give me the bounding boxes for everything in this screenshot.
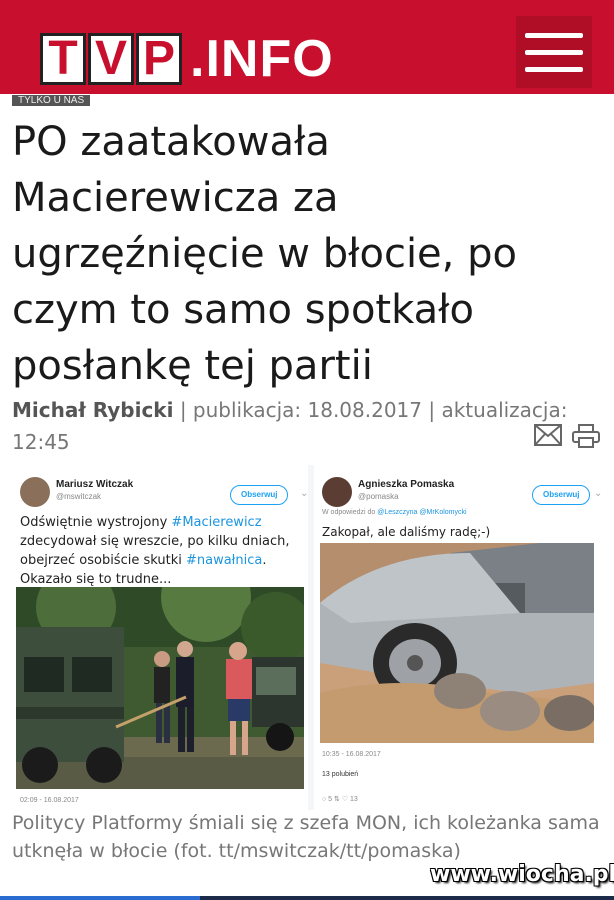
section-label[interactable]: TYLKO U NAS (12, 95, 91, 106)
avatar (322, 477, 352, 507)
logo-suffix: .INFO (190, 29, 334, 88)
tweet-actions: ○ 5 ⇅ ♡ 13 (322, 796, 358, 803)
reply-prefix: W odpowiedzi do (322, 509, 378, 516)
avatar (20, 477, 50, 507)
logo-letter-p: P (136, 32, 182, 85)
tweet-author-name: Agnieszka Pomaska (358, 479, 455, 490)
reply-to-line: W odpowiedzi do @Leszczyna @MrKolomycki (322, 509, 467, 516)
envelope-icon[interactable] (534, 424, 562, 446)
hamburger-menu-icon[interactable] (516, 16, 592, 88)
tweet-header: Mariusz Witczak @mswitczak Obserwuj ⌄ (20, 477, 316, 517)
tweet-author-handle: @pomaska (358, 492, 399, 501)
article-headline: PO zaatakowała Macierewicza za ugrzęźnię… (12, 119, 517, 389)
tvp-info-logo[interactable]: T V P .INFO (40, 27, 348, 90)
follow-button: Obserwuj (230, 485, 289, 505)
tweet-witczak: Mariusz Witczak @mswitczak Obserwuj ⌄ Od… (12, 465, 308, 810)
author-name[interactable]: Michał Rybicki (12, 398, 173, 422)
reply-handles: @Leszczyna @MrKolomycki (377, 509, 467, 516)
chevron-down-icon: ⌄ (300, 488, 309, 499)
share-icons (534, 424, 600, 448)
chevron-down-icon: ⌄ (594, 488, 602, 499)
tweet-text: Zakopał, ale daliśmy radę;-) (322, 525, 491, 539)
tweet-text: Odświętnie wystrojony #Macierewicz zdecy… (20, 513, 300, 589)
tweet-author-name: Mariusz Witczak (56, 479, 134, 490)
wiocha-watermark: www.wiocha.pl (430, 862, 614, 887)
tweet-text-part: Odświętnie wystrojony (20, 515, 172, 530)
logo-letter-t: T (40, 32, 86, 85)
bottom-divider (0, 896, 614, 900)
photo-caption: Politycy Platformy śmiali się z szefa MO… (12, 812, 600, 862)
hashtag: #nawałnica (185, 553, 263, 568)
tweet-photo-military-vehicle (16, 587, 304, 789)
byline: Michał Rybicki | publikacja: 18.08.2017 … (12, 394, 592, 458)
tweet-date: 02:09 - 16.08.2017 (20, 797, 79, 804)
tweet-date: 10:35 - 16.08.2017 (322, 751, 381, 758)
logo-letter-v: V (88, 32, 134, 85)
top-bar: T V P .INFO (0, 0, 614, 94)
article-photo: Mariusz Witczak @mswitczak Obserwuj ⌄ Od… (12, 465, 602, 810)
follow-button: Obserwuj (532, 485, 591, 505)
hashtag: #Macierewicz (171, 515, 262, 530)
printer-icon[interactable] (572, 424, 600, 448)
tweet-pomaska: Agnieszka Pomaska @pomaska Obserwuj ⌄ W … (314, 465, 602, 810)
tweet-likes: 13 polubień (322, 771, 359, 778)
tweet-photo-car-in-sand (320, 543, 594, 743)
tweet-author-handle: @mswitczak (56, 492, 102, 501)
